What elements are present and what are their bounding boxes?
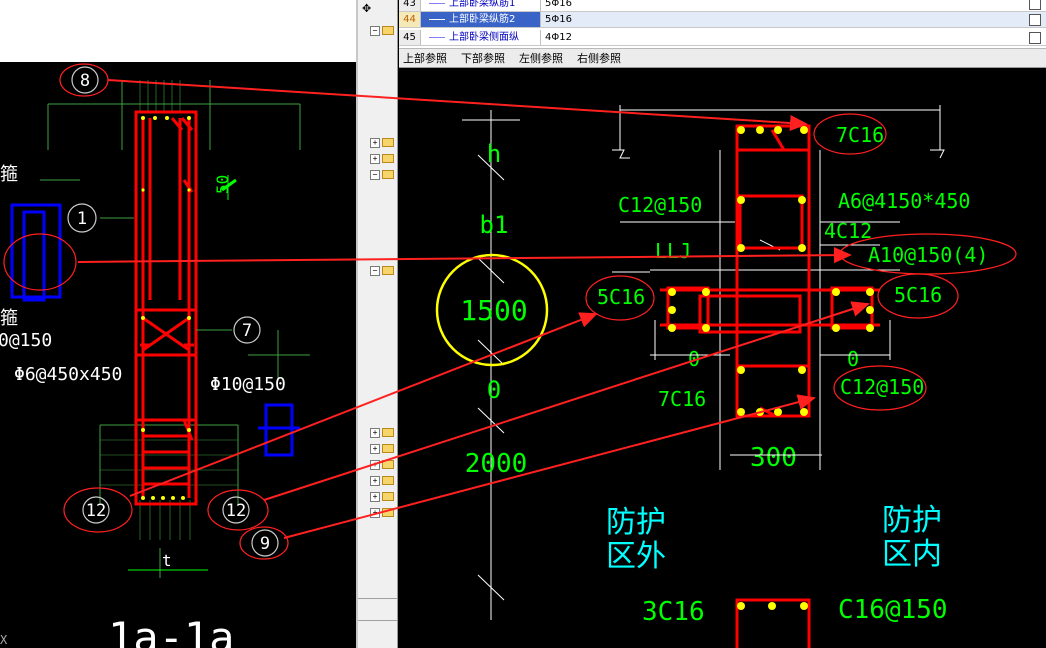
folder-icon: [382, 266, 394, 275]
rebar-table: 43 上部卧梁纵筋1 5Φ16 44 上部卧梁纵筋2 5Φ16 45 上部卧梁侧…: [399, 0, 1046, 48]
left-callout-numbers: 8 1 7 12 12 9: [77, 71, 270, 554]
callout-12a: 12: [86, 501, 106, 521]
zone-inside-line1: 防护: [882, 503, 942, 538]
reference-tabs: 上部参照 下部参照 左侧参照 右侧参照: [399, 48, 1046, 68]
left-drawing-svg: 50 箍 箍 0@150 Φ6@450x450 Φ10@150 t X 1a-1…: [0, 63, 310, 648]
tree-divider: [358, 620, 398, 621]
row-value[interactable]: 5Φ16: [545, 12, 945, 27]
zone-inside-line2: 区内: [882, 537, 942, 572]
row-checkbox[interactable]: [1029, 32, 1041, 44]
table-row[interactable]: 43 上部卧梁纵筋1 5Φ16: [399, 0, 1046, 12]
folder-icon: [382, 492, 394, 501]
tie-label: Φ6@450x450: [14, 364, 122, 385]
dim-2000: 2000: [465, 449, 528, 479]
callout-9: 9: [260, 534, 270, 554]
label-4c12: 4C12: [824, 219, 872, 243]
left-leaders: [100, 217, 310, 380]
dim-1500: 1500: [460, 294, 527, 327]
row-number: 45: [399, 30, 421, 45]
tree-expand-icon[interactable]: +: [370, 428, 380, 438]
dim-50: 50: [213, 175, 237, 200]
folder-icon: [382, 476, 394, 485]
zone-outside-line2: 区外: [606, 539, 666, 574]
label-a6: A6@4150*450: [838, 189, 970, 213]
label-c12-150-right: C12@150: [840, 375, 924, 399]
right-cad-drawing[interactable]: h b1 1500 0 2000 7C16 C12@150 A6@4150*45…: [399, 68, 1046, 648]
callout-7: 7: [242, 321, 252, 341]
folder-icon: [382, 154, 394, 163]
row-checkbox[interactable]: [1029, 14, 1041, 26]
label-left-5c16: 5C16: [597, 285, 645, 309]
label-c12-150-left: C12@150: [618, 193, 702, 217]
tab-bottom-reference[interactable]: 下部参照: [461, 52, 505, 65]
tree-collapse-icon[interactable]: −: [370, 266, 380, 276]
folder-icon: [382, 26, 394, 35]
dim-50-text: 50: [213, 175, 232, 194]
label-zero-left: 0: [688, 347, 700, 371]
label-bottom-7c16: 7C16: [658, 387, 706, 411]
row-name[interactable]: 上部卧梁侧面纵: [421, 30, 541, 45]
label-zero-right: 0: [847, 347, 859, 371]
dim-0: 0: [487, 376, 501, 404]
tab-left-reference[interactable]: 左侧参照: [519, 52, 563, 65]
label-c16-150: C16@150: [838, 595, 948, 625]
tree-expand-icon[interactable]: +: [370, 476, 380, 486]
stirrup-top-label: 箍: [0, 164, 18, 185]
folder-icon: [382, 508, 394, 517]
row-name[interactable]: 上部卧梁纵筋1: [421, 0, 541, 11]
stirrup-spacing-label: 0@150: [0, 330, 52, 351]
label-right-5c16: 5C16: [894, 283, 942, 307]
label-top-7c16: 7C16: [836, 123, 884, 147]
row-value[interactable]: 4Φ12: [545, 30, 945, 45]
tree-divider: [358, 598, 398, 599]
right-drawing-svg: h b1 1500 0 2000 7C16 C12@150 A6@4150*45…: [435, 105, 1017, 648]
tree-expand-icon[interactable]: +: [370, 492, 380, 502]
zone-outside-line1: 防护: [606, 505, 666, 540]
table-row-selected[interactable]: 44 上部卧梁纵筋2 5Φ16: [399, 12, 1046, 28]
tree-collapse-icon[interactable]: −: [370, 26, 380, 36]
folder-icon: [382, 444, 394, 453]
label-a10: A10@150(4): [868, 243, 988, 267]
tree-expand-icon[interactable]: +: [370, 444, 380, 454]
tree-expand-icon[interactable]: +: [370, 154, 380, 164]
tab-right-reference[interactable]: 右侧参照: [577, 52, 621, 65]
corner-x-label: X: [0, 633, 8, 647]
left-stirrup-symbol: [10, 203, 62, 302]
left-column-rebar: [134, 110, 198, 506]
section-title: 1a-1a: [108, 613, 234, 648]
table-row[interactable]: 45 上部卧梁侧面纵 4Φ12: [399, 30, 1046, 46]
folder-icon: [382, 138, 394, 147]
stirrup-10-label: Φ10@150: [210, 374, 286, 395]
tree-panel[interactable]: ✥ − + + − − + + + + + +: [358, 0, 398, 648]
tree-expand-icon[interactable]: +: [370, 138, 380, 148]
tie-symbol: [258, 403, 300, 457]
tree-move-icon[interactable]: ✥: [362, 2, 380, 16]
callout-8: 8: [80, 71, 90, 91]
tree-collapse-icon[interactable]: −: [370, 170, 380, 180]
tree-expand-icon[interactable]: +: [370, 508, 380, 518]
label-3c16: 3C16: [642, 597, 705, 627]
label-300: 300: [750, 443, 797, 473]
zone-labels: 防护 区外 防护 区内: [606, 503, 942, 574]
stirrup-bottom-label: 箍: [0, 308, 18, 329]
dim-b1: b1: [480, 211, 509, 239]
tab-top-reference[interactable]: 上部参照: [403, 52, 447, 65]
row-value[interactable]: 5Φ16: [545, 0, 945, 11]
row-checkbox[interactable]: [1029, 0, 1041, 10]
left-cad-drawing[interactable]: 50 箍 箍 0@150 Φ6@450x450 Φ10@150 t X 1a-1…: [0, 62, 356, 648]
dimension-labels: h b1 1500 0 2000: [460, 140, 527, 479]
callout-1: 1: [77, 209, 87, 229]
folder-icon: [382, 428, 394, 437]
callout-12b: 12: [226, 501, 246, 521]
row-number: 44: [399, 12, 421, 27]
row-name[interactable]: 上部卧梁纵筋2: [421, 12, 541, 27]
folder-icon: [382, 170, 394, 179]
tree-expand-icon[interactable]: +: [370, 460, 380, 470]
label-llj: LLJ: [655, 239, 691, 263]
left-blank-area: [0, 0, 356, 62]
dim-h: h: [487, 140, 501, 168]
t-label: t: [162, 551, 172, 570]
folder-icon: [382, 460, 394, 469]
row-number: 43: [399, 0, 421, 11]
